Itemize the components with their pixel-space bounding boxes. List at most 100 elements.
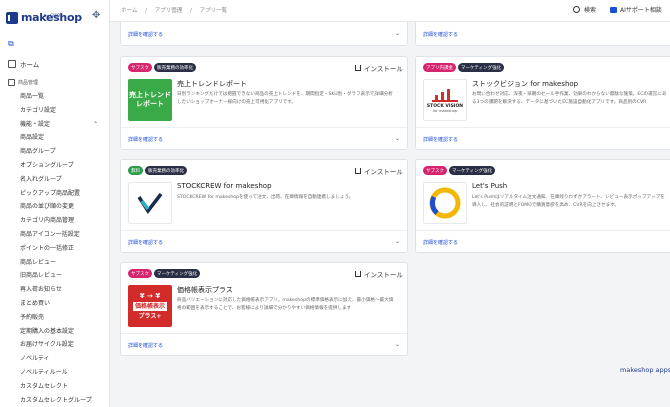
sidebar-item[interactable]: 予約販売 bbox=[20, 311, 106, 325]
app-name[interactable]: 価格帳表示プラス bbox=[177, 285, 233, 295]
sidebar: makeshop by GMO ✥ ⧉ ホーム 商品管理 商品一覧 カテゴリ設定… bbox=[0, 0, 110, 407]
app-card: アプリ内課金 マーケティング強化 STOCK VISION for makesh… bbox=[415, 56, 670, 150]
sidebar-item[interactable]: 商品アイコン一括設定 bbox=[20, 228, 106, 242]
sidebar-item-label: まとめ買い bbox=[20, 299, 51, 307]
status-badge: アプリ内課金 bbox=[423, 63, 456, 72]
details-link[interactable]: 詳細を確認する bbox=[423, 136, 458, 143]
install-label: インストール bbox=[364, 65, 403, 73]
app-description: Let's Pushはリアルタイム注文通知、在庫残りわずかアラート、レビュー表示… bbox=[472, 195, 665, 208]
home-icon bbox=[8, 60, 16, 68]
sidebar-nav-list: 商品一覧 カテゴリ設定 機能・設定 ⌃ 商品設定 商品グループ オプショングループ… bbox=[20, 90, 106, 407]
chevron-down-icon: ⌄ bbox=[394, 238, 400, 245]
install-label: インストール bbox=[364, 271, 403, 279]
card-footer[interactable]: 詳細を確認する bbox=[416, 127, 670, 149]
breadcrumb-separator: / bbox=[145, 8, 147, 14]
sidebar-item[interactable]: お届けサイクル設定 bbox=[20, 338, 106, 352]
sidebar-item[interactable]: 商品設定 bbox=[20, 131, 106, 145]
thumbnail-line3: プラス+ bbox=[138, 312, 162, 320]
app-card: サブスク マーケティング強化 インストール ¥ → ¥ 価格帳表示 プラス+ 価… bbox=[120, 262, 408, 356]
sidebar-item[interactable]: 商品グループ bbox=[20, 145, 106, 159]
details-link[interactable]: 詳細を確認する bbox=[128, 136, 163, 143]
badge-group: アプリ内課金 マーケティング強化 bbox=[423, 63, 506, 72]
app-thumbnail[interactable] bbox=[128, 182, 172, 224]
pin-icon[interactable]: ✥ bbox=[92, 10, 100, 21]
sidebar-item-label: 商品一覧 bbox=[20, 93, 45, 100]
sidebar-item[interactable]: カスタムセレクト bbox=[20, 380, 106, 394]
chart-logo-icon bbox=[432, 88, 458, 102]
chevron-down-icon: ⌄ bbox=[394, 135, 400, 142]
sidebar-item[interactable]: 定期購入の基本設定 bbox=[20, 325, 106, 339]
install-button[interactable]: インストール bbox=[355, 166, 403, 176]
sidebar-item[interactable]: 名入れグループ bbox=[20, 173, 106, 187]
ai-support-button[interactable]: AIサポート相談 bbox=[610, 5, 662, 14]
sidebar-item-label: 機能・設定 bbox=[20, 120, 51, 128]
sidebar-item-label: 商品の並び順の変更 bbox=[20, 203, 75, 211]
app-name[interactable]: STOCKCREW for makeshop bbox=[177, 182, 272, 190]
app-description: 日別ランキングだけでは把握できない商品の売上トレンドを、期間指定・SKU別・グラ… bbox=[177, 92, 393, 105]
category-badge: マーケティング強化 bbox=[458, 63, 505, 72]
sidebar-item[interactable]: 商品レビュー bbox=[20, 256, 106, 270]
details-link[interactable]: 詳細を確認する bbox=[128, 239, 163, 246]
sidebar-item[interactable]: カテゴリ内商品管理 bbox=[20, 214, 106, 228]
sidebar-item[interactable]: まとめ買い bbox=[20, 297, 106, 311]
badge-group: 無料 販売業務の効率化 bbox=[128, 166, 189, 175]
app-thumbnail[interactable] bbox=[423, 182, 467, 224]
sidebar-item[interactable]: 商品一覧 bbox=[20, 90, 106, 104]
topbar: ホーム / アプリ管理 / アプリ一覧 検索 AIサポート相談 bbox=[110, 0, 670, 22]
thumbnail-sub: for makeshop bbox=[433, 108, 457, 113]
app-thumbnail[interactable]: 売上トレンドレポート bbox=[128, 79, 172, 121]
install-button[interactable]: インストール bbox=[355, 63, 403, 73]
details-link[interactable]: 詳細を確認する bbox=[128, 342, 163, 349]
sidebar-item[interactable]: 商品の並び順の変更 bbox=[20, 200, 106, 214]
badge-group: サブスク マーケティング強化 bbox=[128, 269, 202, 278]
breadcrumb: ホーム / アプリ管理 / アプリ一覧 bbox=[121, 6, 233, 14]
box-icon bbox=[8, 79, 15, 86]
sidebar-item-home[interactable]: ホーム bbox=[8, 59, 39, 69]
sidebar-item-label: 旧商品レビュー bbox=[20, 272, 63, 280]
sidebar-item[interactable]: 再入荷お知らせ bbox=[20, 283, 106, 297]
chevron-up-icon: ⌃ bbox=[92, 120, 98, 128]
sidebar-item-label: カテゴリ設定 bbox=[20, 106, 57, 114]
thumbnail-line2: 価格帳表示 bbox=[132, 301, 167, 311]
sidebar-item[interactable]: カテゴリ設定 bbox=[20, 104, 106, 118]
details-link[interactable]: 詳細を確認する bbox=[423, 239, 458, 246]
stockcrew-logo-icon bbox=[137, 192, 163, 215]
search-label: 検索 bbox=[584, 7, 597, 14]
app-thumbnail[interactable]: STOCK VISION for makeshop bbox=[423, 79, 467, 121]
search-button[interactable]: 検索 bbox=[573, 5, 596, 14]
sidebar-item-label: ピックアップ商品配置 bbox=[20, 189, 81, 197]
lets-push-logo-icon bbox=[429, 187, 461, 219]
sidebar-item[interactable]: 旧商品レビュー bbox=[20, 269, 106, 283]
app-name[interactable]: Let's Push bbox=[472, 182, 507, 190]
card-footer[interactable]: 詳細を確認する ⌄ bbox=[121, 333, 407, 355]
sidebar-item[interactable]: ノベルティ bbox=[20, 352, 106, 366]
card-footer[interactable]: 詳細を確認する bbox=[416, 230, 670, 252]
app-name[interactable]: ストックビジョン for makeshop bbox=[472, 79, 578, 89]
sidebar-item[interactable]: オプショングループ bbox=[20, 159, 106, 173]
app-card: 無料 販売業務の効率化 インストール STOCKCREW for makesho… bbox=[120, 159, 408, 253]
status-badge: サブスク bbox=[128, 63, 152, 72]
sidebar-item[interactable]: ノベルティルール bbox=[20, 366, 106, 380]
card-footer-partial[interactable]: 詳細を確認する ⌄ bbox=[120, 22, 408, 46]
status-badge: サブスク bbox=[423, 166, 447, 175]
app-thumbnail[interactable]: ¥ → ¥ 価格帳表示 プラス+ bbox=[128, 285, 172, 327]
chat-icon bbox=[610, 6, 617, 13]
details-link[interactable]: 詳細を確認する bbox=[423, 31, 458, 38]
card-footer[interactable]: 詳細を確認する ⌄ bbox=[121, 230, 407, 252]
external-link-icon[interactable]: ⧉ bbox=[8, 39, 14, 49]
install-button[interactable]: インストール bbox=[355, 269, 403, 279]
breadcrumb-app-manage[interactable]: アプリ管理 bbox=[155, 8, 183, 14]
footer-brand: makeshop apps bbox=[620, 366, 670, 374]
card-footer[interactable]: 詳細を確認する ⌄ bbox=[121, 127, 407, 149]
app-description: お問い合わせ対応、深夜・早朝のセール手作業、効果のわからない無駄な施策。ECの運… bbox=[472, 92, 667, 105]
category-badge: 販売業務の効率化 bbox=[154, 63, 196, 72]
details-link[interactable]: 詳細を確認する bbox=[128, 31, 163, 38]
breadcrumb-home[interactable]: ホーム bbox=[121, 8, 137, 14]
sidebar-item[interactable]: ピックアップ商品配置 bbox=[20, 187, 106, 201]
app-name[interactable]: 売上トレンドレポート bbox=[177, 79, 247, 89]
sidebar-item-expandable[interactable]: 機能・設定 ⌃ bbox=[20, 118, 106, 132]
sidebar-item[interactable]: ポイントの一括修正 bbox=[20, 242, 106, 256]
sidebar-item[interactable]: カスタムセレクトグループ bbox=[20, 394, 106, 407]
card-footer-partial[interactable]: 詳細を確認する bbox=[415, 22, 670, 46]
sidebar-item-label: 商品レビュー bbox=[20, 258, 57, 266]
